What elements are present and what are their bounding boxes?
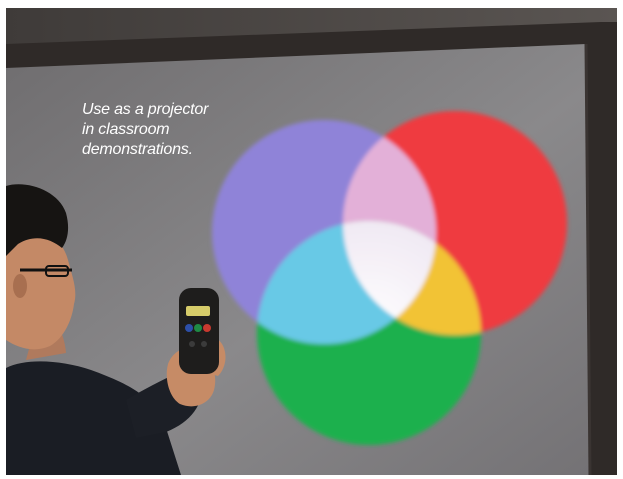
- device-green-button: [194, 324, 202, 332]
- device-blue-button: [185, 324, 193, 332]
- device-display: [186, 306, 210, 316]
- caption-line-3: demonstrations.: [82, 141, 193, 158]
- device-red-button: [203, 324, 211, 332]
- classroom-projection-photo: Use as a projector in classroom demonstr…: [6, 8, 617, 475]
- handheld-projector-device: [179, 288, 219, 374]
- caption-line-1: Use as a projector: [82, 101, 209, 118]
- photo-caption: Use as a projector in classroom demonstr…: [82, 100, 242, 160]
- caption-line-2: in classroom: [82, 121, 170, 138]
